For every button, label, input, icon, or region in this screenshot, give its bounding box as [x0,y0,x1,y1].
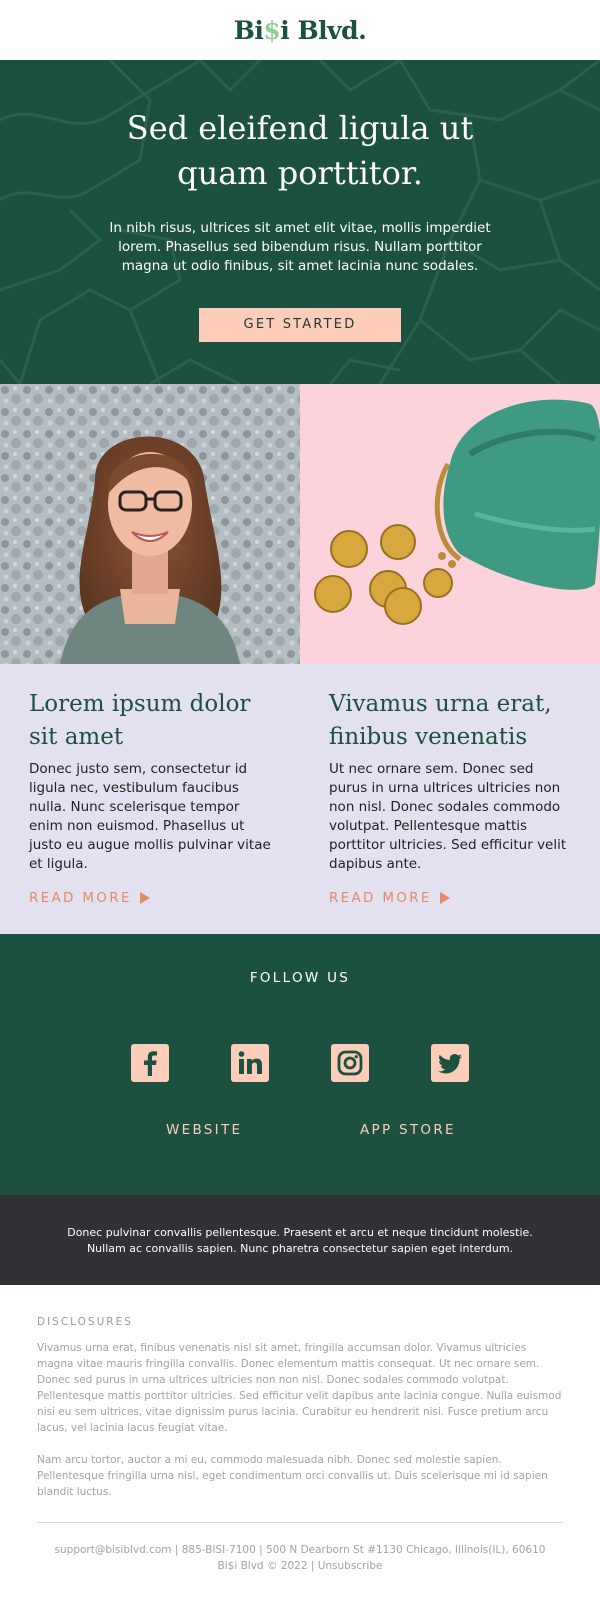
disclosure-paragraph: Vivamus urna erat, finibus venenatis nis… [37,1342,562,1434]
woman-with-glasses-photo [0,384,300,664]
logo-text-start: Bi [233,15,264,45]
email-header: Bi$i Blvd. [0,0,600,60]
logo-text-end: i Blvd. [280,15,367,45]
instagram-icon[interactable] [331,1044,369,1082]
unsubscribe-link[interactable]: Unsubscribe [318,1560,383,1572]
copyright-line: Bi$i Blvd © 2022 | Unsubscribe [37,1558,563,1574]
note-bar: Donec pulvinar convallis pellentesque. P… [0,1195,600,1285]
hero-body: In nibh risus, ultrices sit amet elit vi… [109,220,491,274]
follow-us-title: FOLLOW US [249,970,351,986]
play-arrow-icon [139,892,150,904]
read-more-link[interactable]: READ MORE [29,890,150,906]
note-line: Nullam ac convallis sapien. Nunc pharetr… [86,1242,514,1255]
disclosure-paragraph: Nam arcu tortor, auctor a mi eu, commodo… [37,1454,548,1498]
contact-info: support@bisiblvd.com | 885-BISI-7100 | 5… [54,1544,546,1556]
app-store-link[interactable]: APP STORE [360,1122,456,1138]
follow-section: FOLLOW US WEBSITE APP STORE [0,934,600,1195]
copyright-text: Bi$i Blvd © 2022 | [217,1560,318,1572]
social-icons [131,1044,469,1082]
article-card: Lorem ipsum dolor sit amet Donec justo s… [0,664,300,934]
disclosures-section: DISCLOSURES Vivamus urna erat, finibus v… [0,1285,600,1574]
card-title: Lorem ipsum dolor sit amet [29,691,251,750]
photo-row [0,384,600,664]
hero-title: Sed eleifend ligula ut quam porttitor. [126,109,474,192]
get-started-button[interactable]: GET STARTED [199,308,401,342]
article-card: Vivamus urna erat, finibus venenatis Ut … [300,664,600,934]
footer: support@bisiblvd.com | 885-BISI-7100 | 5… [37,1523,563,1574]
disclosures-title: DISCLOSURES [37,1316,133,1328]
website-link[interactable]: WEBSITE [166,1122,242,1138]
hero-section: Sed eleifend ligula ut quam porttitor. I… [0,60,600,384]
logo-dollar: $ [263,15,281,45]
twitter-icon[interactable] [431,1044,469,1082]
facebook-icon[interactable] [131,1044,169,1082]
card-title: Vivamus urna erat, finibus venenatis [329,691,552,750]
read-more-label: READ MORE [329,890,432,906]
read-more-link[interactable]: READ MORE [329,890,450,906]
green-coin-purse-photo [300,384,600,664]
brand-logo[interactable]: Bi$i Blvd. [234,16,367,45]
linkedin-icon[interactable] [231,1044,269,1082]
card-body: Donec justo sem, consectetur id ligula n… [29,761,271,872]
article-cards: Lorem ipsum dolor sit amet Donec justo s… [0,664,600,934]
play-arrow-icon [439,892,450,904]
note-line: Donec pulvinar convallis pellentesque. P… [67,1226,533,1239]
card-body: Ut nec ornare sem. Donec sed purus in ur… [329,761,567,872]
read-more-label: READ MORE [29,890,132,906]
